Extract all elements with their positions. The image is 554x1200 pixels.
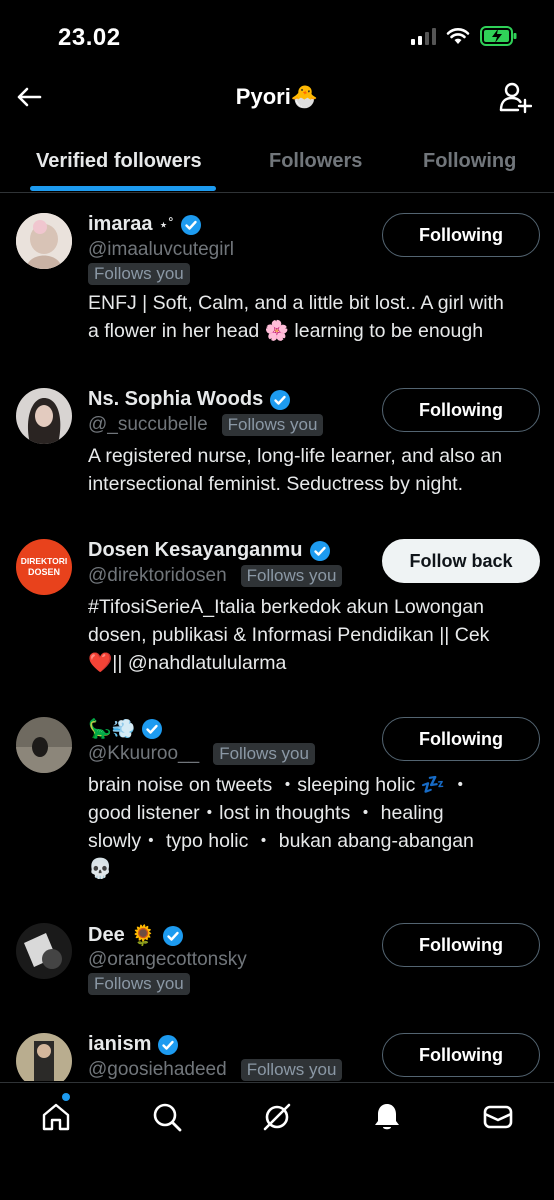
bio-line: 💀 [88, 858, 113, 880]
profile-header: Pyori🐣 [0, 70, 554, 130]
avatar-text: DIREKTORI [20, 556, 68, 566]
user-handle-line: @_succubelle Follows you [88, 414, 324, 436]
following-button[interactable]: Following [382, 717, 540, 761]
follows-you-badge: Follows you [88, 973, 190, 995]
tab-verified-followers[interactable]: Verified followers [36, 150, 202, 173]
wifi-icon [446, 28, 470, 44]
bio-line: dosen, publikasi & Informasi Pendidikan … [88, 624, 490, 646]
avatar[interactable]: DIREKTORI DOSEN [16, 539, 72, 595]
add-user-icon[interactable] [498, 80, 532, 114]
user-handle-line: @direktoridosen Follows you [88, 565, 343, 587]
avatar[interactable] [16, 388, 72, 444]
tab-followers[interactable]: Followers [269, 150, 362, 173]
bio-line: ❤️|| @nahdlatulularma [88, 652, 287, 674]
user-name-line[interactable]: Ns. Sophia Woods [88, 388, 291, 411]
bio-line: ENFJ | Soft, Calm, and a little bit lost… [88, 292, 504, 314]
followers-list: imaraa ⋆˚ @imaaluvcutegirl Follows you F… [0, 193, 554, 1081]
search-icon[interactable] [151, 1101, 183, 1133]
bio-line: A registered nurse, long-life learner, a… [88, 445, 503, 467]
followers-tabs: Verified followers Followers Following [0, 130, 554, 193]
user-bio: A registered nurse, long-life learner, a… [88, 442, 528, 498]
tab-following[interactable]: Following [423, 150, 516, 173]
user-handle-line: @imaaluvcutegirl [88, 239, 234, 261]
user-handle: @direktoridosen [88, 565, 227, 586]
user-name: Dosen Kesayanganmu [88, 539, 303, 561]
follows-you-badge: Follows you [88, 263, 190, 285]
status-icons [411, 26, 518, 46]
page-title-text: Pyori [235, 84, 291, 109]
user-name-line[interactable]: 🦕💨 [88, 717, 163, 741]
avatar-text: DOSEN [27, 567, 60, 577]
grok-icon[interactable] [261, 1101, 293, 1133]
page-title-emoji: 🐣 [290, 84, 319, 109]
battery-charging-icon [480, 26, 517, 46]
status-bar: 23.02 [0, 0, 554, 70]
notifications-icon[interactable] [371, 1101, 403, 1133]
following-button[interactable]: Following [382, 388, 540, 432]
user-handle: @imaaluvcutegirl [88, 239, 235, 260]
user-name-line[interactable]: Dosen Kesayanganmu [88, 539, 331, 562]
verified-badge-icon [180, 214, 201, 235]
user-name: 🦕💨 [88, 719, 136, 740]
user-name: ianism [88, 1033, 152, 1055]
verified-badge-icon [158, 1034, 179, 1055]
cellular-signal-icon [411, 27, 436, 45]
user-handle: @_succubelle [88, 414, 208, 435]
follows-you-badge: Follows you [240, 1059, 343, 1081]
user-name-suffix: 🌻 [130, 925, 156, 947]
following-button[interactable]: Following [382, 213, 540, 257]
verified-badge-icon [142, 719, 163, 739]
bottom-navigation [0, 1082, 554, 1200]
verified-badge-icon [270, 389, 291, 410]
user-name: Ns. Sophia Woods [88, 388, 264, 410]
status-time: 23.02 [58, 24, 121, 51]
avatar[interactable] [16, 923, 72, 979]
bio-line: slowly・ typo holic ・ bukan abang-abangan [88, 830, 474, 852]
avatar[interactable] [16, 213, 72, 269]
user-handle: @orangecottonsky [88, 949, 247, 970]
user-name-suffix: ⋆˚ [158, 216, 174, 234]
bio-line: good listener・lost in thoughts ・ healing [88, 802, 444, 824]
avatar[interactable] [16, 717, 72, 773]
user-handle: @Kkuuroo__ [88, 743, 200, 764]
bio-line: a flower in her head 🌸 learning to be en… [88, 320, 484, 342]
verified-badge-icon [162, 925, 183, 946]
home-notification-dot [62, 1093, 70, 1101]
follows-you-badge: Follows you [213, 743, 315, 765]
bio-line: brain noise on tweets ・sleeping holic 💤 … [88, 774, 470, 796]
user-name-line[interactable]: ianism [88, 1033, 179, 1056]
verified-badge-icon [309, 540, 330, 561]
bio-line: intersectional feminist. Seductress by n… [88, 473, 464, 495]
home-icon[interactable] [40, 1101, 72, 1133]
user-name-line[interactable]: imaraa ⋆˚ [88, 213, 202, 236]
follow-back-button[interactable]: Follow back [382, 539, 540, 583]
bio-line: #TifosiSerieA_Italia berkedok akun Lowon… [88, 596, 485, 618]
avatar[interactable] [16, 1033, 72, 1081]
active-tab-indicator [30, 186, 216, 191]
user-bio: ENFJ | Soft, Calm, and a little bit lost… [88, 289, 528, 345]
user-bio: brain noise on tweets ・sleeping holic 💤 … [88, 771, 528, 883]
user-name-line[interactable]: Dee 🌻 [88, 923, 184, 948]
follows-you-badge: Follows you [221, 414, 324, 436]
user-handle-line: @orangecottonsky [88, 949, 247, 971]
following-button[interactable]: Following [382, 1033, 540, 1077]
user-bio: #TifosiSerieA_Italia berkedok akun Lowon… [88, 593, 528, 677]
user-handle-line: @Kkuuroo__ Follows you [88, 743, 315, 765]
user-name: Dee [88, 924, 125, 946]
user-name: imaraa [88, 213, 153, 235]
follows-you-badge: Follows you [240, 565, 343, 587]
user-handle-line: @goosiehadeed Follows you [88, 1059, 343, 1081]
user-handle: @goosiehadeed [88, 1059, 227, 1080]
messages-icon[interactable] [482, 1101, 514, 1133]
page-title: Pyori🐣 [0, 84, 554, 110]
following-button[interactable]: Following [382, 923, 540, 967]
